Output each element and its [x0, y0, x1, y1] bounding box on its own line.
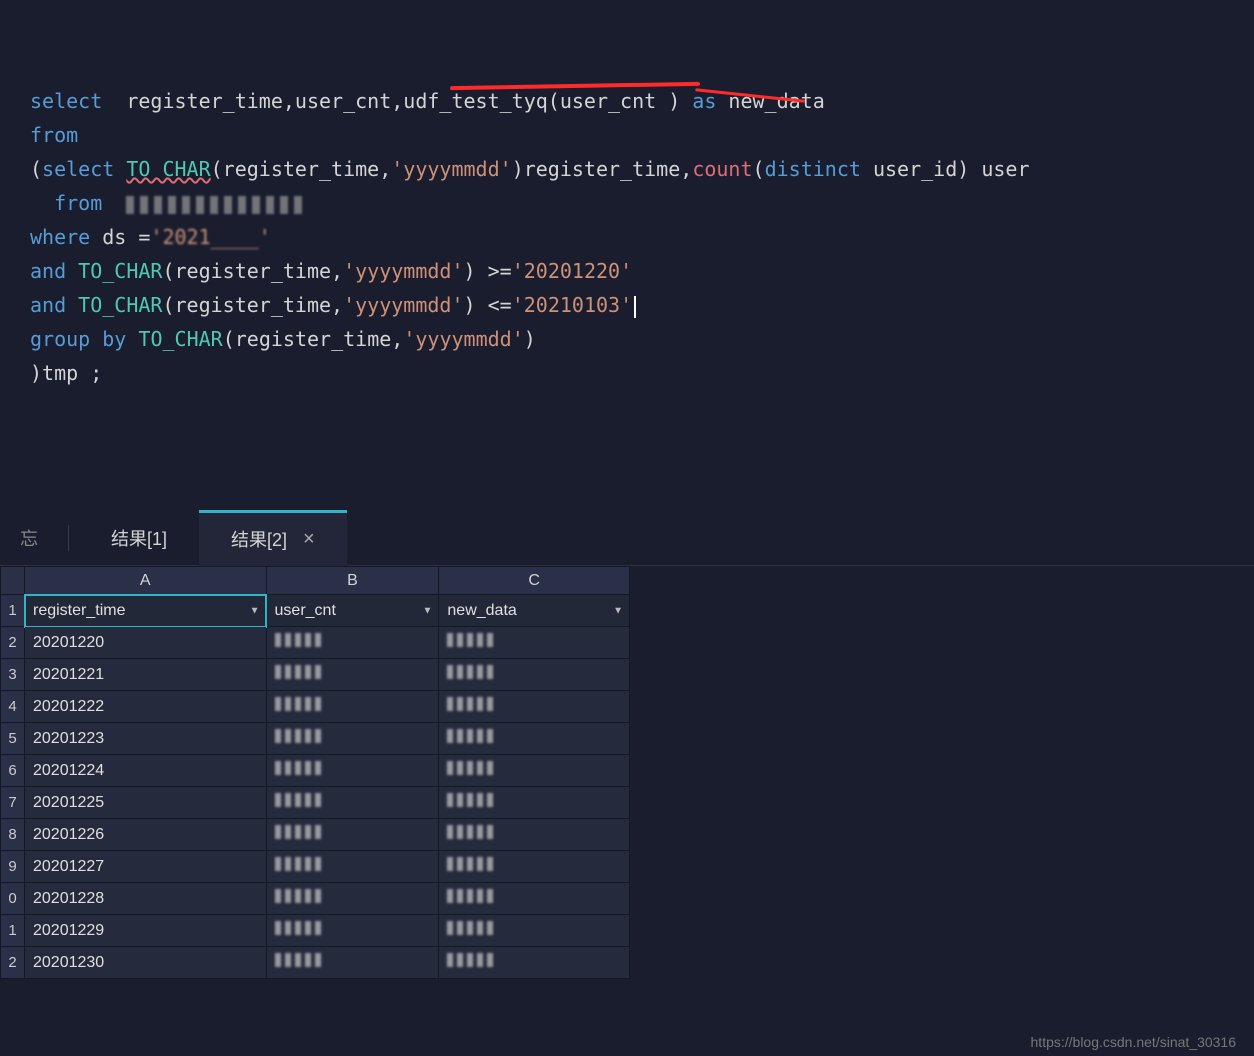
redacted-value: [275, 857, 325, 871]
redacted-value: [275, 633, 325, 647]
redacted-value: [447, 953, 497, 967]
result-tabs: 忘 结果[1] 结果[2] ×: [0, 510, 1254, 566]
redacted-value: [447, 665, 497, 679]
redacted-value: [447, 761, 497, 775]
close-icon[interactable]: ×: [303, 528, 315, 551]
chevron-down-icon[interactable]: ▼: [250, 605, 260, 616]
header-new-data[interactable]: new_data▼: [439, 595, 630, 627]
redacted-value: [275, 889, 325, 903]
redacted-value: [275, 665, 325, 679]
redacted-value: [447, 729, 497, 743]
redacted-value: [447, 889, 497, 903]
result-grid[interactable]: A B C 1 register_time▼ user_cnt▼ new_dat…: [0, 566, 630, 979]
col-letter-a[interactable]: A: [25, 567, 267, 595]
table-row: 020201228: [1, 883, 630, 915]
tab-prefix-label: 忘: [20, 525, 69, 551]
watermark: https://blog.csdn.net/sinat_30316: [1031, 1034, 1236, 1050]
redacted-value: [447, 857, 497, 871]
redacted-table-name: [126, 196, 306, 214]
text-cursor: [634, 296, 636, 318]
redacted-value: [275, 729, 325, 743]
table-row: 720201225: [1, 787, 630, 819]
col-letter-c[interactable]: C: [439, 567, 630, 595]
sql-editor[interactable]: select register_time,user_cnt,udf_test_t…: [0, 0, 1254, 510]
table-row: 220201230: [1, 947, 630, 979]
header-user-cnt[interactable]: user_cnt▼: [266, 595, 439, 627]
redacted-value: [447, 921, 497, 935]
header-row: 1 register_time▼ user_cnt▼ new_data▼: [1, 595, 630, 627]
redacted-value: [447, 825, 497, 839]
chevron-down-icon[interactable]: ▼: [423, 605, 433, 616]
column-letter-row: A B C: [1, 567, 630, 595]
redacted-value: [275, 921, 325, 935]
tab-result-2[interactable]: 结果[2] ×: [199, 510, 347, 566]
header-register-time[interactable]: register_time▼: [25, 595, 267, 627]
table-row: 620201224: [1, 755, 630, 787]
redacted-value: [275, 825, 325, 839]
col-letter-b[interactable]: B: [266, 567, 439, 595]
table-row: 320201221: [1, 659, 630, 691]
redacted-value: [275, 953, 325, 967]
redacted-value: [275, 793, 325, 807]
table-row: 820201226: [1, 819, 630, 851]
table-row: 420201222: [1, 691, 630, 723]
redacted-value: [275, 761, 325, 775]
redacted-value: [447, 633, 497, 647]
kw-select: select: [30, 89, 102, 113]
table-row: 920201227: [1, 851, 630, 883]
table-row: 520201223: [1, 723, 630, 755]
kw-from: from: [30, 123, 78, 147]
table-row: 120201229: [1, 915, 630, 947]
chevron-down-icon[interactable]: ▼: [613, 605, 623, 616]
redacted-value: [275, 697, 325, 711]
table-row: 220201220: [1, 627, 630, 659]
redacted-value: [447, 793, 497, 807]
redacted-value: [447, 697, 497, 711]
tab-result-1[interactable]: 结果[1]: [79, 510, 199, 566]
